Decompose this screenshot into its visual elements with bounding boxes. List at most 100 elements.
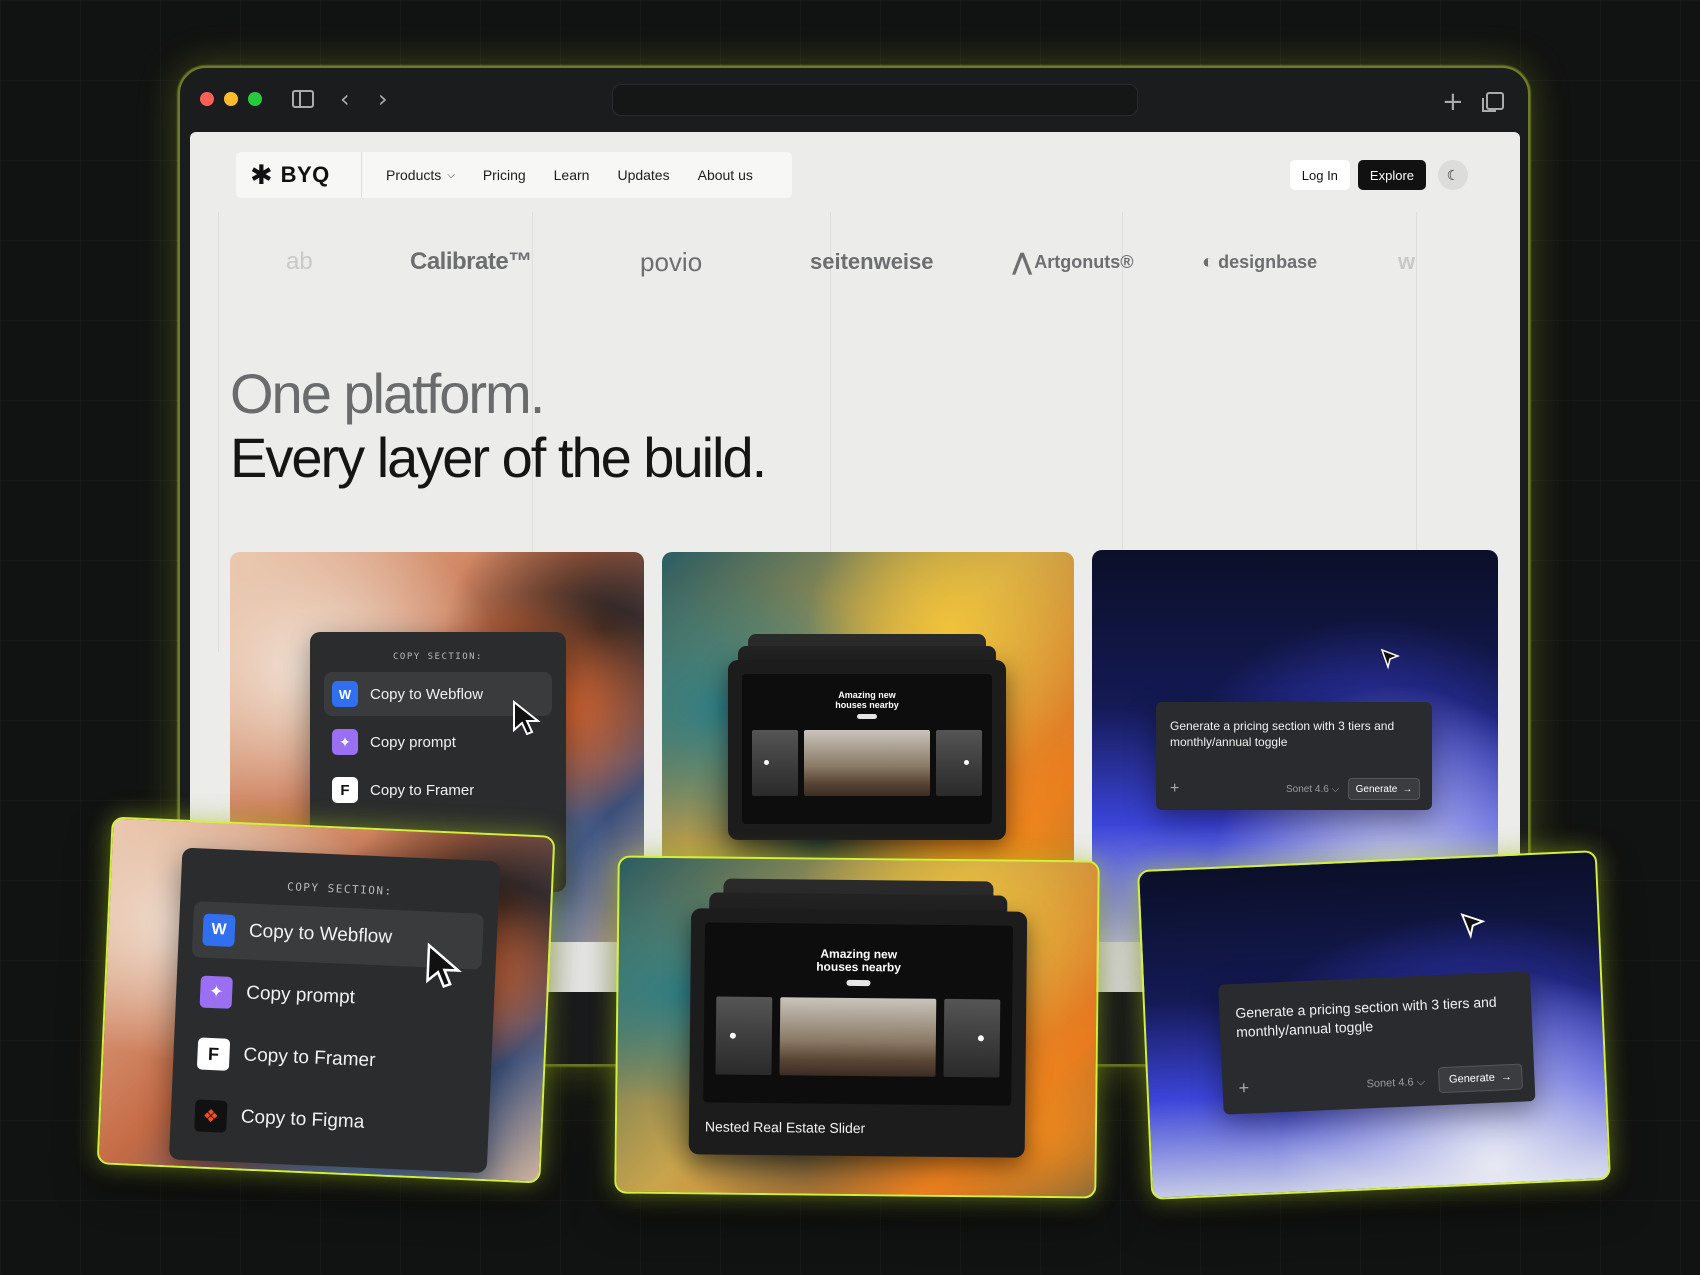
ai-prompt-card-zoomed[interactable]: Generate a pricing section with 3 tiers … [1137,850,1611,1200]
copy-section-heading: COPY SECTION: [393,652,483,662]
copy-section-card-zoomed[interactable]: COPY SECTION: W Copy to Webflow ✦ Copy p… [96,816,556,1184]
model-label: Sonet 4.6 [1366,1076,1414,1091]
slider-prev-dot[interactable] [764,760,769,765]
asterisk-logo-icon: ✱ [250,159,273,190]
back-arrow-icon[interactable]: ‹ [340,85,350,113]
brand-logo-text: Artgonuts® [1034,251,1134,272]
moon-icon[interactable]: ☾ [1438,160,1468,190]
pointer-cursor-icon [1380,648,1400,670]
copy-to-framer-button[interactable]: F Copy to Framer [186,1025,478,1094]
nav-item-about[interactable]: About us [698,167,753,183]
nav-item-learn[interactable]: Learn [554,167,590,183]
hero-headline-line1: One platform. [230,362,545,425]
slider-title: Amazing new houses nearby [742,690,992,710]
real-estate-slider-card-zoomed[interactable]: Amazing new houses nearby Nested Real Es… [614,855,1100,1199]
copy-item-label: Copy to Webflow [370,685,484,703]
prompt-box: Generate a pricing section with 3 tiers … [1218,971,1536,1115]
brand-logo: ⋀ Artgonuts® [1012,242,1133,282]
model-label: Sonet 4.6 [1286,784,1329,795]
slider-title-line: houses nearby [835,700,899,710]
login-button[interactable]: Log In [1289,160,1350,190]
arrow-right-icon: → [1500,1071,1513,1084]
model-selector[interactable]: Sonet 4.6 ⌵ [1366,1076,1425,1092]
pointer-cursor-icon [1460,913,1486,940]
slider-preview: Amazing new houses nearby Nested Real Es… [688,908,1028,1158]
client-logo-strip: ab Calibrate™ povio seitenweise ⋀ Artgon… [190,242,1520,282]
hero-headline-line2: Every layer of the build. [230,426,767,489]
prompt-box: Generate a pricing section with 3 tiers … [1156,702,1432,810]
webflow-icon: W [332,681,358,707]
site-logo[interactable]: ✱ BYQ [236,152,362,198]
plus-icon[interactable]: + [1238,1078,1249,1099]
nav-item-updates[interactable]: Updates [617,167,669,183]
chevron-down-icon: ⌵ [1331,784,1340,795]
minimize-window-button[interactable] [224,92,238,106]
nav-item-products[interactable]: Products ⌵ [386,167,455,183]
webflow-icon: W [202,913,236,947]
copy-item-label: Copy to Framer [370,781,475,799]
maximize-window-button[interactable] [248,92,262,106]
model-selector[interactable]: Sonet 4.6 ⌵ [1286,784,1339,795]
copy-to-figma-button[interactable]: ❖ Copy to Figma [184,1087,476,1156]
framer-icon: F [332,777,358,803]
slider-thumbnail [804,730,930,796]
generate-button[interactable]: Generate → [1348,778,1420,800]
arrow-right-icon: → [1402,783,1413,795]
slider-thumbnail [779,997,937,1077]
brand-logo: ◐ designbase [1202,242,1317,282]
copy-item-label: Copy to Figma [240,1106,365,1133]
slider-thumbnail [943,998,1001,1078]
copy-item-label: Copy to Framer [243,1044,376,1072]
slider-thumbnail [936,730,982,796]
chevron-down-icon: ⌵ [447,169,455,181]
sidebar-toggle-icon[interactable] [292,90,314,108]
generate-button[interactable]: Generate → [1437,1063,1523,1094]
pointer-cursor-icon [513,700,541,736]
figma-icon: ❖ [194,1099,228,1133]
copy-item-label: Copy to Webflow [248,920,393,948]
copy-section-heading: COPY SECTION: [286,880,393,898]
framer-icon: F [196,1037,231,1071]
nav-links: Products ⌵ Pricing Learn Updates About u… [362,167,753,183]
tabs-overview-icon[interactable] [1482,92,1504,112]
plus-icon[interactable]: + [1170,780,1179,798]
chevron-down-icon: ⌵ [1416,1075,1426,1089]
generate-label: Generate [1355,783,1398,795]
nav-item-pricing[interactable]: Pricing [483,167,526,183]
brand-logo: povio [640,246,703,277]
pointer-cursor-icon [426,942,462,988]
generate-label: Generate [1448,1071,1496,1086]
slider-title: Amazing new houses nearby [705,946,1013,975]
slider-next-dot[interactable] [977,1035,984,1042]
slider-cta-pill[interactable] [857,714,877,719]
new-tab-icon[interactable]: + [1442,88,1464,116]
auth-controls: Log In Explore ☾ [1289,160,1468,190]
copy-section-menu: COPY SECTION: W Copy to Webflow ✦ Copy p… [168,847,501,1174]
prompt-input[interactable]: Generate a pricing section with 3 tiers … [1170,718,1420,750]
main-nav: ✱ BYQ Products ⌵ Pricing Learn Updates A… [236,152,792,198]
nav-item-label: Products [386,167,442,183]
brand-logo-text: designbase [1218,251,1318,272]
brand-logo: w [1398,249,1416,274]
slider-thumbnail [715,996,773,1076]
brand-logo: ab [286,248,313,275]
address-bar[interactable] [612,84,1138,116]
designbase-logo-icon: ◐ [1202,250,1215,273]
sparkle-icon: ✦ [332,729,358,755]
prompt-input[interactable]: Generate a pricing section with 3 tiers … [1235,992,1518,1042]
slider-prev-dot[interactable] [729,1032,736,1039]
slider-screen: Amazing new houses nearby [703,922,1014,1106]
browser-toolbar: ‹ › + [180,68,1528,132]
copy-item-label: Copy prompt [245,982,356,1009]
copy-to-framer-button[interactable]: F Copy to Framer [324,768,552,812]
slider-cta-pill[interactable] [846,979,871,987]
explore-button[interactable]: Explore [1357,160,1426,190]
brand-logo: Calibrate™ [410,248,532,275]
artgonuts-logo-icon: ⋀ [1012,248,1033,276]
close-window-button[interactable] [200,92,214,106]
forward-arrow-icon[interactable]: › [378,85,388,113]
logo-wordmark: BYQ [280,162,330,187]
slider-caption: Nested Real Estate Slider [704,1118,866,1137]
brand-logo: seitenweise [810,249,934,274]
slider-next-dot[interactable] [964,760,969,765]
